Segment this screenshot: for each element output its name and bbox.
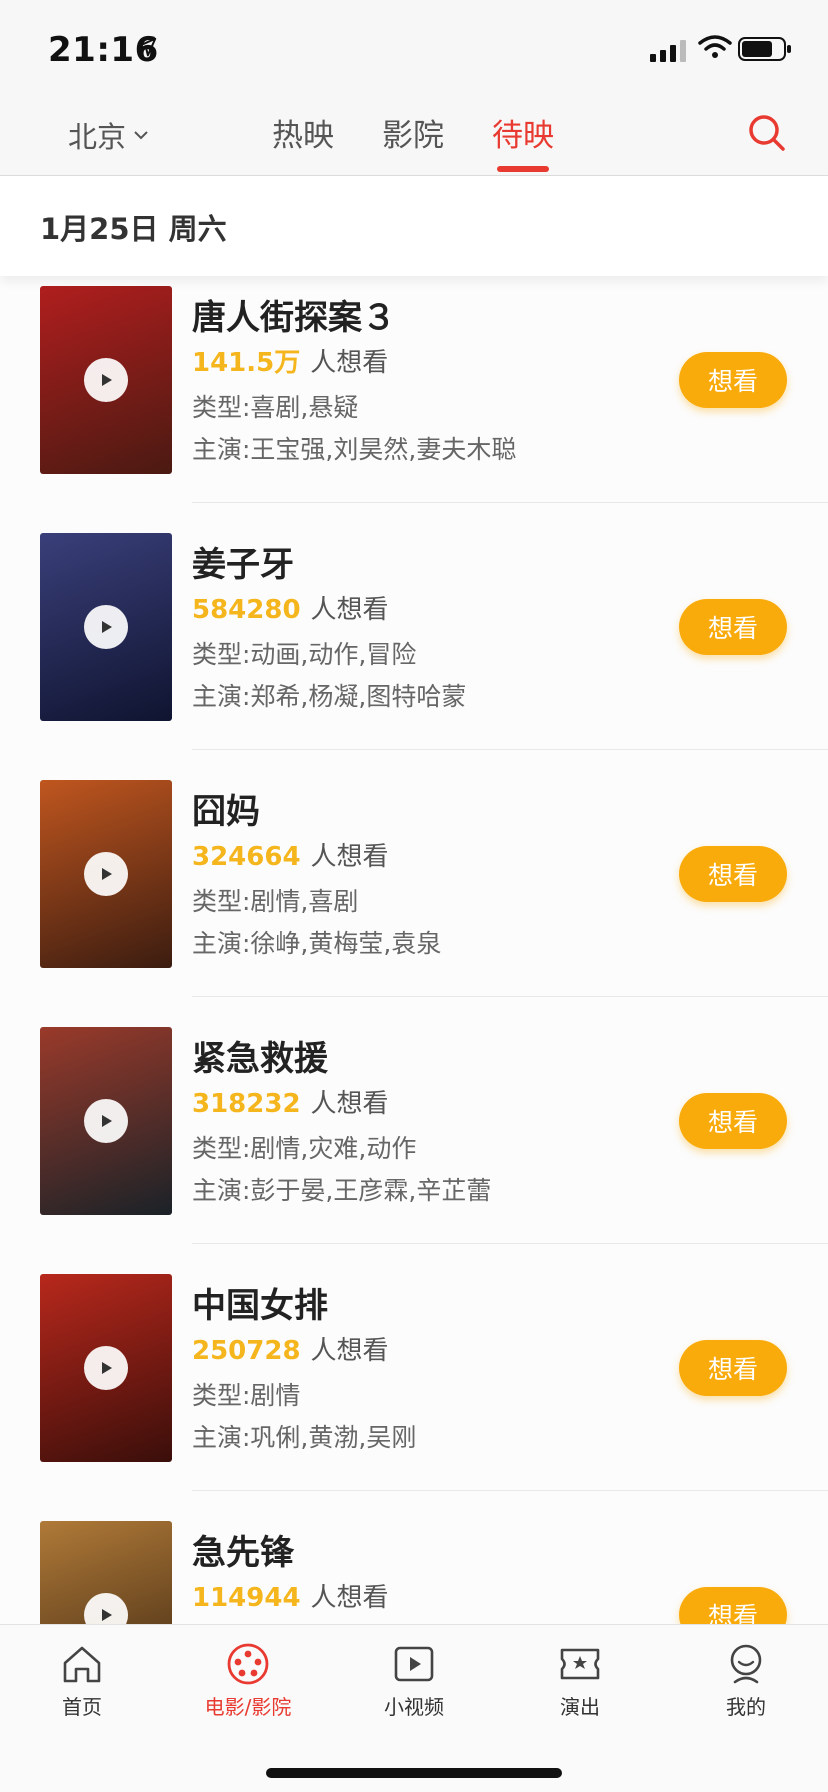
movie-cast: 主演:王宝强,刘昊然,妻夫木聪 — [192, 435, 517, 464]
movie-poster[interactable] — [40, 533, 172, 721]
ticket-star-icon — [560, 1648, 600, 1680]
movie-cast: 主演:巩俐,黄渤,吴刚 — [192, 1423, 417, 1452]
want-to-see-button[interactable]: 想看 — [679, 599, 787, 655]
chevron-down-icon — [134, 131, 148, 140]
movie-title: 急先锋 — [192, 1533, 294, 1573]
want-number: 114944 — [192, 1583, 301, 1613]
home-icon — [63, 1646, 101, 1683]
movie-title: 囧妈 — [192, 792, 260, 832]
want-count: 250728 人想看 — [192, 1330, 389, 1367]
tabbar-label: 演出 — [560, 1695, 600, 1719]
movie-poster[interactable] — [40, 1274, 172, 1462]
want-to-see-button[interactable]: 想看 — [679, 1340, 787, 1396]
want-suffix: 人想看 — [310, 1583, 389, 1613]
movie-title: 紧急救援 — [192, 1039, 328, 1079]
divider — [192, 996, 828, 997]
want-number: 318232 — [192, 1089, 301, 1119]
wifi-icon — [698, 35, 732, 58]
movie-poster[interactable] — [40, 286, 172, 474]
video-play-icon — [394, 1646, 434, 1682]
home-indicator[interactable] — [266, 1768, 562, 1778]
bottom-tab-bar: 首页 电影/影院 小视频 演出 我的 — [0, 1624, 828, 1792]
want-number: 324664 — [192, 842, 301, 872]
date-label: 1月25日 周六 — [40, 212, 227, 246]
want-to-see-button[interactable]: 想看 — [679, 1093, 787, 1149]
movie-item[interactable]: 中国女排 250728 人想看 类型:剧情 主演:巩俐,黄渤,吴刚 想看 — [0, 1264, 828, 1511]
want-count: 141.5万 人想看 — [192, 342, 388, 379]
divider — [192, 502, 828, 503]
movie-genre: 类型:剧情,灾难,动作 — [192, 1134, 417, 1163]
movie-poster[interactable] — [40, 780, 172, 968]
movie-title: 唐人街探案３ — [192, 298, 396, 338]
want-number: 250728 — [192, 1336, 301, 1366]
tabbar-item-movies[interactable]: 电影/影院 — [188, 1641, 308, 1720]
movie-genre: 类型:剧情 — [192, 1381, 301, 1410]
movie-item[interactable]: 唐人街探案３ 141.5万 人想看 类型:喜剧,悬疑 主演:王宝强,刘昊然,妻夫木… — [0, 276, 828, 523]
movie-cast: 主演:徐峥,黄梅莹,袁泉 — [192, 929, 442, 958]
active-tab-indicator — [497, 166, 549, 172]
play-trailer-icon[interactable] — [84, 605, 128, 649]
divider — [192, 1490, 828, 1491]
want-to-see-button[interactable]: 想看 — [679, 846, 787, 902]
play-trailer-icon[interactable] — [84, 1593, 128, 1624]
city-label: 北京 — [68, 120, 127, 154]
want-suffix: 人想看 — [310, 842, 389, 872]
movie-cast: 主演:郑希,杨凝,图特哈蒙 — [192, 682, 467, 711]
tabbar-item-videos[interactable]: 小视频 — [354, 1641, 474, 1720]
tabbar-label: 首页 — [62, 1695, 102, 1719]
want-count: 584280 人想看 — [192, 589, 389, 626]
play-trailer-icon[interactable] — [84, 1346, 128, 1390]
movie-genre: 类型:喜剧,悬疑 — [192, 393, 359, 422]
want-suffix: 人想看 — [310, 1089, 389, 1119]
film-reel-icon — [227, 1643, 269, 1685]
tabbar-item-shows[interactable]: 演出 — [520, 1641, 640, 1720]
play-trailer-icon[interactable] — [84, 1099, 128, 1143]
search-icon[interactable] — [744, 110, 788, 154]
movie-item[interactable]: 紧急救援 318232 人想看 类型:剧情,灾难,动作 主演:彭于晏,王彦霖,辛芷… — [0, 1017, 828, 1264]
cellular-signal-icon — [650, 40, 686, 62]
movie-poster[interactable] — [40, 1027, 172, 1215]
movie-list[interactable]: 唐人街探案３ 141.5万 人想看 类型:喜剧,悬疑 主演:王宝强,刘昊然,妻夫木… — [0, 276, 828, 1624]
movie-title: 姜子牙 — [192, 545, 294, 585]
divider — [192, 749, 828, 750]
want-suffix: 人想看 — [310, 1336, 389, 1366]
tabbar-item-profile[interactable]: 我的 — [686, 1641, 806, 1720]
want-suffix: 人想看 — [310, 348, 389, 378]
want-to-see-button[interactable]: 想看 — [679, 352, 787, 408]
play-trailer-icon[interactable] — [84, 358, 128, 402]
tabbar-label: 小视频 — [384, 1695, 444, 1719]
date-header: 1月25日 周六 — [0, 176, 828, 276]
want-to-see-button[interactable]: 想看 — [679, 1587, 787, 1624]
movie-item[interactable]: 姜子牙 584280 人想看 类型:动画,动作,冒险 主演:郑希,杨凝,图特哈蒙 … — [0, 523, 828, 770]
city-selector[interactable]: 北京 — [68, 114, 150, 156]
tabbar-label: 电影/影院 — [204, 1695, 292, 1719]
tabbar-label: 我的 — [726, 1695, 766, 1719]
play-trailer-icon[interactable] — [84, 852, 128, 896]
tab-coming-soon[interactable]: 待映 — [492, 110, 554, 155]
profile-icon — [730, 1644, 762, 1684]
movie-poster[interactable] — [40, 1521, 172, 1624]
want-count: 324664 人想看 — [192, 836, 389, 873]
movie-item[interactable]: 囧妈 324664 人想看 类型:剧情,喜剧 主演:徐峥,黄梅莹,袁泉 想看 — [0, 770, 828, 1017]
movie-title: 中国女排 — [192, 1286, 328, 1326]
tab-cinemas[interactable]: 影院 — [382, 110, 444, 155]
movie-cast: 主演:彭于晏,王彦霖,辛芷蕾 — [192, 1176, 492, 1205]
battery-icon — [738, 37, 791, 61]
location-arrow-icon — [137, 37, 157, 57]
tab-now-showing[interactable]: 热映 — [272, 110, 334, 155]
divider — [192, 1243, 828, 1244]
movie-genre: 类型:剧情,喜剧 — [192, 887, 359, 916]
want-count: 318232 人想看 — [192, 1083, 389, 1120]
want-suffix: 人想看 — [310, 595, 389, 625]
movie-item[interactable]: 急先锋 114944 人想看 想看 — [0, 1511, 828, 1624]
want-count: 114944 人想看 — [192, 1577, 389, 1614]
top-nav: 北京 热映 影院 待映 — [0, 92, 828, 176]
movie-genre: 类型:动画,动作,冒险 — [192, 640, 417, 669]
want-number: 584280 — [192, 595, 301, 625]
tabbar-item-home[interactable]: 首页 — [22, 1641, 142, 1720]
want-number: 141.5万 — [192, 348, 301, 378]
status-bar: 21:16 — [0, 0, 828, 92]
